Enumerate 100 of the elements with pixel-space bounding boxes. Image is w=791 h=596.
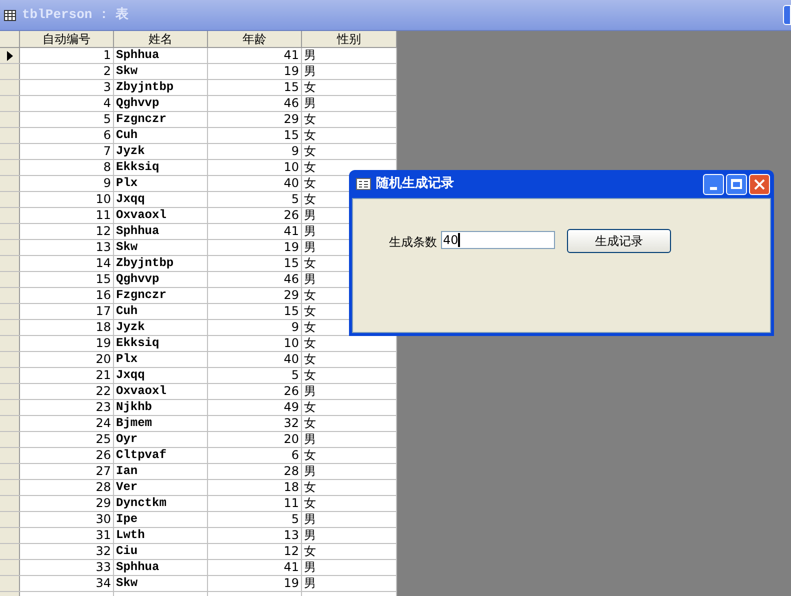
table-cell: 16: [20, 288, 114, 303]
table-cell: 29: [208, 112, 302, 127]
table-cell: 1: [20, 48, 114, 63]
table-cell: Ekksiq: [114, 336, 208, 351]
table-cell: 28: [20, 480, 114, 495]
table-cell: 29: [208, 288, 302, 303]
table-cell: 女: [302, 448, 397, 463]
table-cell: 女: [302, 544, 397, 559]
table-cell: 6: [208, 448, 302, 463]
table-cell: 5: [20, 112, 114, 127]
table-cell: 9: [208, 144, 302, 159]
table-cell: Zbyjntbp: [114, 256, 208, 271]
table-cell: 33: [20, 560, 114, 575]
table-cell: 31: [20, 528, 114, 543]
table-cell: 41: [208, 560, 302, 575]
table-cell: 女: [302, 112, 397, 127]
table-cell: Sphhua: [114, 224, 208, 239]
table-cell: 13: [20, 240, 114, 255]
table-cell: Njkhb: [114, 400, 208, 415]
table-cell: 25: [20, 432, 114, 447]
table-cell: 女: [302, 400, 397, 415]
table-cell: 女: [302, 144, 397, 159]
table-cell: Ver: [114, 480, 208, 495]
table-cell: Qghvvp: [114, 272, 208, 287]
table-cell: Skw: [114, 64, 208, 79]
table-icon: [4, 10, 16, 20]
table-cell: Jyzk: [114, 144, 208, 159]
maximize-button[interactable]: [726, 174, 747, 194]
table-cell: Ipe: [114, 512, 208, 527]
table-cell: Cuh: [114, 304, 208, 319]
count-input[interactable]: 40: [441, 231, 555, 249]
table-cell: 41: [208, 224, 302, 239]
table-cell: 28: [208, 464, 302, 479]
column-header[interactable]: 自动编号: [20, 31, 114, 47]
table-cell: Ian: [114, 464, 208, 479]
table-cell: 女: [302, 416, 397, 431]
table-cell: 19: [208, 240, 302, 255]
table-cell: 26: [208, 384, 302, 399]
table-cell: 女: [302, 480, 397, 495]
table-cell: 5: [208, 368, 302, 383]
table-cell: Zbyjntbp: [114, 80, 208, 95]
table-cell: 10: [208, 336, 302, 351]
generate-button[interactable]: 生成记录: [567, 229, 671, 253]
column-header[interactable]: 姓名: [114, 31, 208, 47]
table-cell: 男: [302, 576, 397, 591]
table-cell: 17: [20, 304, 114, 319]
table-cell: Oxvaoxl: [114, 208, 208, 223]
table-cell: Skw: [114, 576, 208, 591]
table-cell: 13: [208, 528, 302, 543]
window-title: tblPerson : 表: [22, 6, 129, 24]
table-cell: Jxqq: [114, 368, 208, 383]
table-cell: 26: [208, 208, 302, 223]
table-cell: 10: [208, 160, 302, 175]
table-cell: Dynctkm: [114, 496, 208, 511]
table-cell: Plx: [114, 352, 208, 367]
window-button[interactable]: [783, 5, 791, 25]
table-cell: 男: [302, 560, 397, 575]
table-cell: 男: [302, 384, 397, 399]
table-cell: 29: [20, 496, 114, 511]
table-cell: Skw: [114, 240, 208, 255]
table-cell: 9: [208, 320, 302, 335]
form-icon: [356, 178, 371, 190]
table-cell: Oxvaoxl: [114, 384, 208, 399]
minimize-button[interactable]: [703, 174, 724, 194]
table-cell: 15: [208, 304, 302, 319]
table-cell: 12: [208, 544, 302, 559]
close-button[interactable]: [749, 174, 770, 194]
table-cell: 32: [20, 544, 114, 559]
table-cell: 20: [208, 432, 302, 447]
table-cell: 41: [208, 48, 302, 63]
table-cell: 15: [208, 128, 302, 143]
table-cell: 男: [302, 528, 397, 543]
table-cell: 27: [20, 464, 114, 479]
table-cell: Cltpvaf: [114, 448, 208, 463]
table-cell: Fzgnczr: [114, 288, 208, 303]
column-header[interactable]: 性别: [302, 31, 397, 47]
current-row-icon: [7, 50, 13, 60]
table-cell: 46: [208, 96, 302, 111]
table-cell: 女: [302, 368, 397, 383]
table-cell: Qghvvp: [114, 96, 208, 111]
table-cell: 男: [302, 512, 397, 527]
table-cell: 15: [20, 272, 114, 287]
table-cell: 11: [208, 496, 302, 511]
table-cell: Lwth: [114, 528, 208, 543]
close-icon: [754, 178, 765, 190]
table-cell: 32: [208, 416, 302, 431]
table-cell: 24: [20, 416, 114, 431]
table-cell: 2: [20, 64, 114, 79]
table-cell: 23: [20, 400, 114, 415]
table-cell: 21: [20, 368, 114, 383]
table-cell: 女: [302, 128, 397, 143]
table-cell: 女: [302, 496, 397, 511]
table-cell: 20: [20, 352, 114, 367]
table-cell: 男: [302, 464, 397, 479]
table-cell: 男: [302, 96, 397, 111]
table-cell: 19: [208, 64, 302, 79]
table-cell: 30: [20, 512, 114, 527]
column-header[interactable]: 年龄: [208, 31, 302, 47]
row-selector[interactable]: [0, 48, 20, 63]
table-cell: 女: [302, 80, 397, 95]
